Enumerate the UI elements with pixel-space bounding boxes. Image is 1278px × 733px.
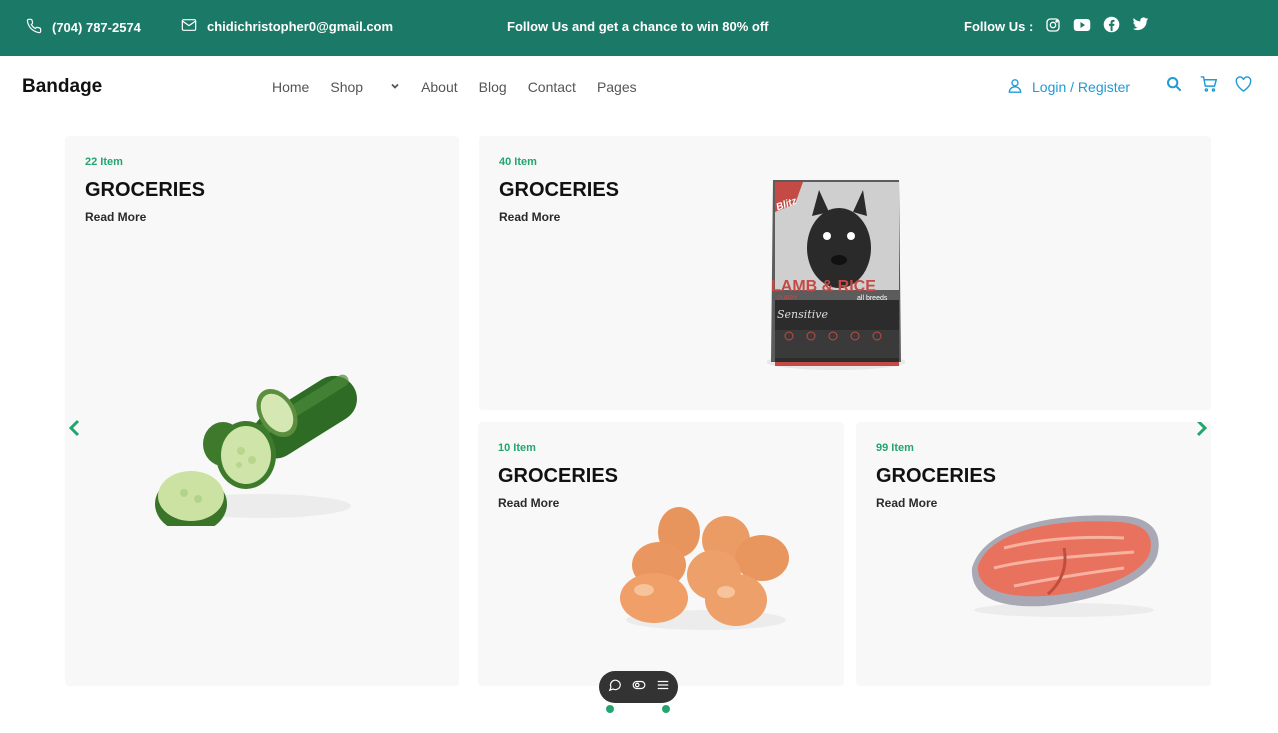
nav-blog[interactable]: Blog (479, 79, 507, 95)
nav-contact[interactable]: Contact (528, 79, 576, 95)
slider-dot[interactable] (662, 705, 670, 713)
instagram-icon[interactable] (1045, 17, 1061, 33)
login-label: Login / Register (1032, 79, 1131, 95)
package-variant: Sensitive (777, 308, 828, 321)
category-card-dogfood[interactable]: 40 Item GROCERIES Read More Blitz LAMB &… (479, 136, 1211, 410)
follow-us: Follow Us : (964, 15, 1149, 34)
chevron-down-icon (391, 83, 399, 89)
comment-icon[interactable] (608, 678, 622, 697)
promo-text: Follow Us and get a chance to win 80% of… (507, 19, 769, 34)
main-nav: Bandage Home Shop About Blog Contact Pag… (0, 56, 1278, 118)
nav-home[interactable]: Home (272, 79, 309, 95)
nav-shop[interactable]: Shop (330, 79, 400, 95)
nav-shop-label: Shop (330, 79, 364, 95)
user-icon (1007, 77, 1023, 97)
nav-pages[interactable]: Pages (597, 79, 637, 95)
mail-icon (181, 18, 197, 35)
chevron-left-icon[interactable] (68, 419, 82, 437)
card-title: GROCERIES (85, 179, 206, 201)
nav-icons (1166, 76, 1252, 97)
top-bar: (704) 787-2574 chidichristopher0@gmail.c… (0, 0, 1278, 56)
menu-icon[interactable] (656, 678, 670, 697)
brand-logo[interactable]: Bandage (22, 76, 102, 98)
item-count: 10 Item (498, 442, 536, 454)
twitter-icon[interactable] (1132, 17, 1149, 32)
item-count: 99 Item (876, 442, 914, 454)
toggle-icon[interactable] (632, 678, 646, 697)
package-product: LAMB & RICE (771, 278, 876, 295)
item-count: 22 Item (85, 156, 123, 168)
floating-toolbar (599, 671, 678, 703)
category-card-eggs[interactable]: 10 Item GROCERIES Read More (478, 422, 844, 686)
read-more-link[interactable]: Read More (499, 210, 560, 224)
phone-icon (26, 18, 42, 37)
facebook-icon[interactable] (1103, 16, 1120, 33)
email-contact[interactable]: chidichristopher0@gmail.com (181, 18, 393, 35)
read-more-link[interactable]: Read More (498, 496, 559, 510)
login-register-link[interactable]: Login / Register (1007, 77, 1130, 97)
nav-menu: Home Shop About Blog Contact Pages (272, 79, 658, 95)
read-more-link[interactable]: Read More (876, 496, 937, 510)
heart-icon[interactable] (1235, 76, 1252, 97)
card-title: GROCERIES (499, 179, 620, 201)
youtube-icon[interactable] (1073, 18, 1091, 32)
slider-dot[interactable] (606, 705, 614, 713)
card-title: GROCERIES (876, 465, 997, 487)
follow-label: Follow Us : (964, 19, 1034, 34)
eggs-image (620, 507, 789, 630)
cart-icon[interactable] (1200, 76, 1218, 97)
phone-contact[interactable]: (704) 787-2574 (26, 18, 141, 37)
category-card-salmon[interactable]: 99 Item GROCERIES Read More (856, 422, 1211, 686)
read-more-link[interactable]: Read More (85, 210, 146, 224)
card-title: GROCERIES (498, 465, 619, 487)
phone-number: (704) 787-2574 (52, 20, 141, 35)
package-subtitle: PUPPY (777, 296, 798, 302)
dog-food-bag-image: Blitz LAMB & RICE PUPPY all breeds Sensi… (767, 176, 905, 370)
chevron-right-icon[interactable] (1194, 422, 1208, 437)
category-card-cucumber[interactable]: 22 Item GROCERIES Read More (65, 136, 459, 686)
nav-about[interactable]: About (421, 79, 458, 95)
item-count: 40 Item (499, 156, 537, 168)
email-address: chidichristopher0@gmail.com (207, 19, 394, 34)
salmon-image (971, 515, 1159, 617)
package-tag: all breeds (857, 295, 888, 302)
search-icon[interactable] (1166, 76, 1182, 97)
cucumber-image (155, 374, 357, 526)
